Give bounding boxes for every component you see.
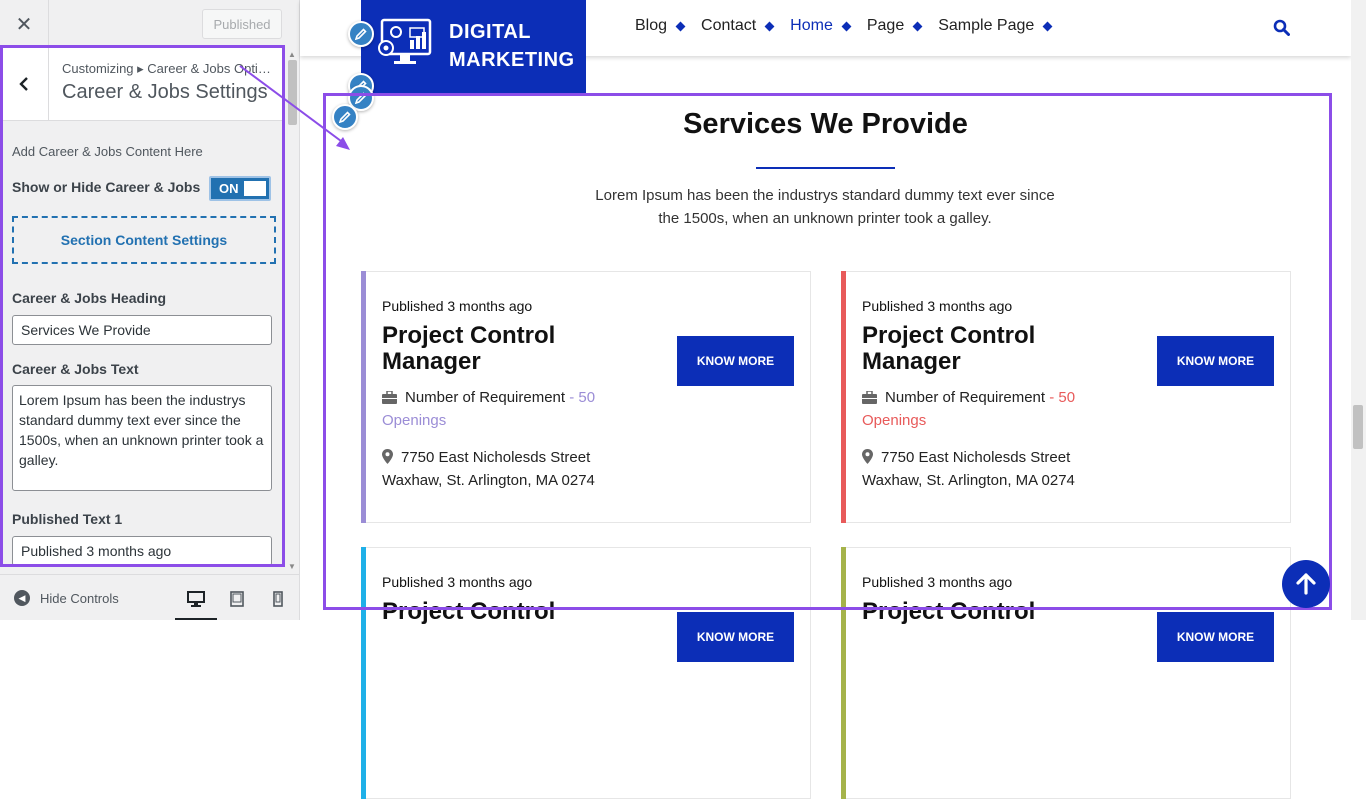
card-accent-bar — [361, 547, 366, 799]
hide-controls-button[interactable]: ◀ Hide Controls — [14, 590, 119, 606]
customizer-panel: ✕ Published Customizing ▸ Career & Jobs … — [0, 0, 300, 620]
main-nav: Blog Contact Home Page Sample Page — [635, 17, 1068, 35]
nav-label: Blog — [635, 17, 668, 34]
preview-content: Services We Provide Lorem Ipsum has been… — [300, 56, 1351, 799]
card-accent-bar — [841, 271, 846, 523]
job-card: Published 3 months ago Project Control M… — [361, 271, 811, 523]
customizer-header: ✕ Published — [0, 0, 299, 49]
logo-line2: MARKETING — [449, 49, 575, 71]
location-pin-icon — [382, 449, 393, 464]
heading-label: Career & Jobs Heading — [12, 290, 167, 306]
edit-shortcut-logo[interactable] — [348, 21, 374, 47]
card-published: Published 3 months ago — [862, 298, 1013, 314]
requirement-label: Number of Requirement — [885, 389, 1046, 406]
preview-scrollbar[interactable] — [1351, 0, 1366, 620]
address-text: 7750 East Nicholesds Street Waxhaw, St. … — [862, 449, 1075, 489]
card-accent-bar — [841, 547, 846, 799]
panel-title: Career & Jobs Settings — [62, 81, 268, 103]
close-icon[interactable]: ✕ — [0, 0, 49, 47]
card-published: Published 3 months ago — [382, 574, 533, 590]
panel-scrollbar[interactable] — [285, 48, 299, 573]
section-titlebar: Customizing ▸ Career & Jobs Opti… Career… — [0, 48, 285, 121]
panel-body: Add Career & Jobs Content Here Show or H… — [0, 121, 285, 573]
logo-line1: DIGITAL — [449, 21, 532, 43]
section-description: Add Career & Jobs Content Here — [12, 144, 203, 159]
toggle-state-text: ON — [219, 181, 239, 196]
nav-label: Sample Page — [938, 17, 1035, 34]
job-card: Published 3 months ago Project Control M… — [841, 271, 1291, 523]
back-button[interactable] — [0, 48, 49, 120]
diamond-icon — [675, 21, 686, 31]
nav-label: Home — [790, 17, 833, 34]
scroll-down-icon[interactable]: ▼ — [288, 562, 296, 571]
pencil-icon — [339, 111, 351, 123]
diamond-icon — [841, 21, 852, 31]
site-header: DIGITAL MARKETING Blog Contact Home Page… — [300, 0, 1351, 96]
collapse-icon: ◀ — [14, 590, 30, 606]
card-title: Project Control — [382, 598, 556, 625]
customizer-footer: ◀ Hide Controls — [0, 574, 299, 620]
card-address: 7750 East Nicholesds Street Waxhaw, St. … — [382, 446, 642, 492]
text-label: Career & Jobs Text — [12, 361, 139, 377]
hide-controls-label: Hide Controls — [40, 590, 119, 606]
nav-item-home[interactable]: Home — [790, 17, 852, 35]
nav-item-blog[interactable]: Blog — [635, 17, 686, 35]
scroll-to-top-button[interactable] — [1282, 560, 1330, 608]
diamond-icon — [1042, 21, 1053, 31]
mobile-icon[interactable] — [267, 588, 289, 610]
site-logo[interactable]: DIGITAL MARKETING — [361, 0, 586, 96]
toggle-label: Show or Hide Career & Jobs — [12, 179, 201, 195]
nav-label: Contact — [701, 17, 757, 34]
card-title: Project Control Manager — [862, 322, 1036, 375]
card-requirement: Number of Requirement - 50 Openings — [382, 386, 642, 432]
logo-text: DIGITAL MARKETING — [449, 18, 575, 74]
know-more-button[interactable]: KNOW MORE — [677, 336, 794, 386]
heading-input[interactable] — [12, 315, 272, 345]
arrow-up-icon — [1296, 573, 1316, 595]
diamond-icon — [764, 21, 775, 31]
monitor-chart-icon — [378, 18, 432, 64]
requirement-label: Number of Requirement — [405, 389, 566, 406]
card-title: Project Control — [862, 598, 1036, 625]
card-accent-bar — [361, 271, 366, 523]
card-address: 7750 East Nicholesds Street Waxhaw, St. … — [862, 446, 1122, 492]
pencil-icon — [355, 28, 367, 40]
text-textarea[interactable]: Lorem Ipsum has been the industrys stand… — [12, 385, 272, 491]
section-text: Lorem Ipsum has been the industrys stand… — [595, 187, 1055, 227]
briefcase-icon — [862, 391, 877, 404]
breadcrumb: Customizing ▸ Career & Jobs Opti… — [62, 61, 271, 76]
know-more-button[interactable]: KNOW MORE — [1157, 336, 1274, 386]
chevron-left-icon — [19, 77, 28, 91]
toggle-knob — [244, 181, 266, 196]
heading-underline — [756, 167, 895, 169]
card-requirement: Number of Requirement - 50 Openings — [862, 386, 1122, 432]
briefcase-icon — [382, 391, 397, 404]
panel-scrollbar-thumb[interactable] — [288, 60, 297, 125]
search-icon[interactable] — [1273, 19, 1290, 41]
published-text-label: Published Text 1 — [12, 511, 123, 527]
nav-label: Page — [866, 17, 905, 34]
nav-item-contact[interactable]: Contact — [701, 17, 775, 35]
scroll-up-icon[interactable]: ▲ — [288, 50, 296, 59]
published-button[interactable]: Published — [202, 9, 282, 39]
section-content-settings-button[interactable]: Section Content Settings — [12, 216, 276, 264]
job-card: Published 3 months ago Project Control K… — [361, 547, 811, 799]
job-card: Published 3 months ago Project Control K… — [841, 547, 1291, 799]
published-text-input[interactable] — [12, 536, 272, 566]
show-hide-toggle[interactable]: ON — [209, 176, 271, 201]
card-published: Published 3 months ago — [862, 574, 1013, 590]
nav-item-sample-page[interactable]: Sample Page — [938, 17, 1053, 35]
preview-scrollbar-thumb[interactable] — [1353, 405, 1363, 449]
address-text: 7750 East Nicholesds Street Waxhaw, St. … — [382, 449, 595, 489]
section-heading: Services We Provide — [683, 108, 968, 140]
nav-item-page[interactable]: Page — [866, 17, 923, 35]
pencil-icon — [355, 92, 367, 104]
edit-shortcut-section[interactable] — [332, 104, 358, 130]
card-title: Project Control Manager — [382, 322, 556, 375]
desktop-icon[interactable] — [185, 588, 207, 610]
tablet-icon[interactable] — [226, 588, 248, 610]
card-published: Published 3 months ago — [382, 298, 533, 314]
diamond-icon — [912, 21, 923, 31]
location-pin-icon — [862, 449, 873, 464]
